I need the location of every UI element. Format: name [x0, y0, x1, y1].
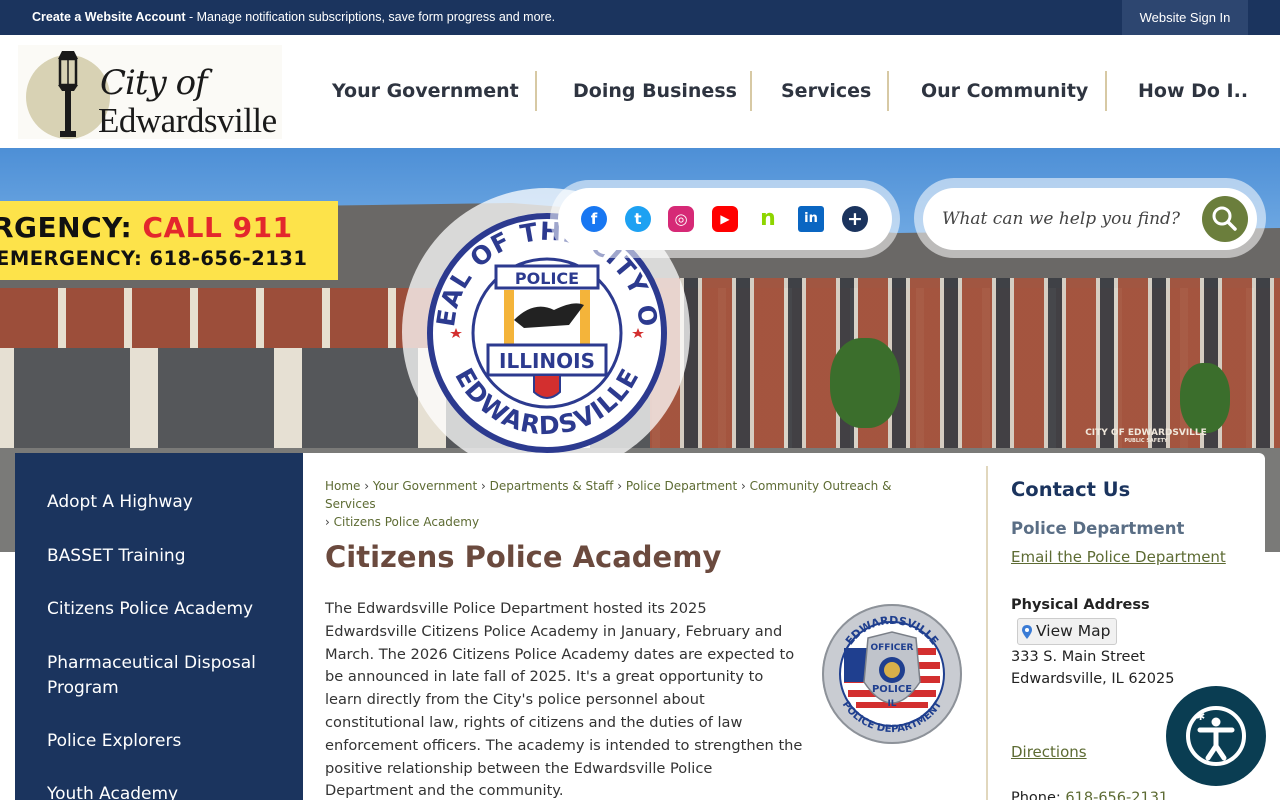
- badge-state-text: IL: [887, 699, 896, 709]
- contact-heading: Contact Us: [1011, 478, 1131, 501]
- search-input[interactable]: [942, 204, 1192, 234]
- search-icon: [1212, 206, 1237, 231]
- more-social-icon[interactable]: +: [842, 206, 868, 232]
- view-map-label: View Map: [1036, 622, 1111, 640]
- map-pin-icon: [1022, 625, 1032, 639]
- non-emergency-line: EMERGENCY: 618-656-2131: [0, 247, 308, 270]
- emergency-banner: RGENCY: CALL 911 EMERGENCY: 618-656-2131: [0, 201, 338, 280]
- breadcrumb-separator: ›: [364, 479, 370, 493]
- accessibility-button[interactable]: ✱: [1166, 686, 1266, 786]
- emergency-line: RGENCY: CALL 911: [0, 211, 293, 244]
- logo-city-of: City of: [100, 63, 208, 103]
- youtube-icon[interactable]: ▶: [712, 206, 738, 232]
- instagram-icon[interactable]: ◎: [668, 206, 694, 232]
- address-street: 333 S. Main Street: [1011, 649, 1145, 665]
- phone-label: Phone:: [1011, 790, 1066, 800]
- breadcrumb-home[interactable]: Home: [325, 479, 360, 493]
- emergency-prefix: RGENCY:: [0, 211, 143, 244]
- svg-text:✱: ✱: [1196, 710, 1205, 723]
- sidebar-item-pharmaceutical-disposal[interactable]: Pharmaceutical Disposal Program: [47, 651, 277, 701]
- building-sign-name: CITY OF EDWARDSVILLE: [1085, 428, 1207, 438]
- breadcrumb-your-government[interactable]: Your Government: [373, 479, 477, 493]
- physical-address-heading: Physical Address: [1011, 597, 1150, 613]
- sidebar-item-basset-training[interactable]: BASSET Training: [47, 544, 277, 569]
- building-sign-sub: PUBLIC SAFETY: [1124, 438, 1168, 444]
- breadcrumb-separator: ›: [325, 515, 330, 529]
- breadcrumb-separator: ›: [481, 479, 486, 493]
- nav-separator: [750, 71, 752, 111]
- create-account-link[interactable]: Create a Website Account: [32, 10, 186, 24]
- account-message-text: - Manage notification subscriptions, sav…: [185, 10, 556, 24]
- city-logo[interactable]: City of Edwardsville: [18, 45, 282, 140]
- site-header: City of Edwardsville Your Government Doi…: [0, 35, 1280, 148]
- logo-edwardsville: Edwardsville: [98, 101, 277, 140]
- section-sidebar: Adopt A Highway BASSET Training Citizens…: [15, 453, 303, 800]
- page-title: Citizens Police Academy: [325, 540, 722, 574]
- sidebar-item-youth-academy[interactable]: Youth Academy: [47, 782, 277, 800]
- email-police-link[interactable]: Email the Police Department: [1011, 548, 1226, 566]
- linkedin-icon[interactable]: in: [798, 206, 824, 232]
- view-map-button[interactable]: View Map: [1017, 618, 1118, 645]
- nav-separator: [535, 71, 537, 111]
- breadcrumb: Home › Your Government › Departments & S…: [325, 477, 945, 531]
- utility-bar: Create a Website Account - Manage notifi…: [0, 0, 1280, 35]
- banner-tree: [1180, 363, 1230, 433]
- sidebar-item-police-explorers[interactable]: Police Explorers: [47, 729, 277, 754]
- nav-separator: [887, 71, 889, 111]
- breadcrumb-separator: ›: [617, 479, 623, 493]
- nextdoor-icon[interactable]: n: [755, 206, 781, 232]
- sidebar-item-adopt-a-highway[interactable]: Adopt A Highway: [47, 490, 277, 515]
- nav-separator: [1105, 71, 1107, 111]
- website-sign-in-button[interactable]: Website Sign In: [1122, 0, 1248, 35]
- directions-link[interactable]: Directions: [1011, 743, 1087, 761]
- seal-police-text: POLICE: [515, 269, 579, 288]
- twitter-icon[interactable]: t: [625, 206, 651, 232]
- breadcrumb-separator: ›: [740, 479, 746, 493]
- address-city: Edwardsville, IL 62025: [1011, 671, 1175, 687]
- phone-number-link[interactable]: 618-656-2131: [1065, 790, 1168, 800]
- breadcrumb-citizens-police-academy[interactable]: Citizens Police Academy: [334, 515, 479, 529]
- search-button[interactable]: [1202, 196, 1248, 242]
- page-body-text: The Edwardsville Police Department hoste…: [325, 600, 803, 800]
- account-message: Create a Website Account - Manage notifi…: [32, 10, 555, 24]
- contact-phone: Phone: 618-656-2131: [1011, 790, 1168, 800]
- nav-how-do-i[interactable]: How Do I..: [1138, 71, 1248, 111]
- police-badge-icon: EDWARDSVILLE POLICE DEPARTMENT OFFICER P…: [822, 604, 962, 744]
- emergency-call-911: CALL 911: [142, 211, 293, 244]
- seal-state-text: ILLINOIS: [499, 349, 595, 373]
- nav-doing-business[interactable]: Doing Business: [573, 71, 737, 111]
- nav-our-community[interactable]: Our Community: [921, 71, 1088, 111]
- badge-police-text: POLICE: [872, 684, 912, 695]
- sidebar-item-citizens-police-academy[interactable]: Citizens Police Academy: [47, 597, 277, 622]
- contact-department: Police Department: [1011, 519, 1185, 538]
- breadcrumb-departments-staff[interactable]: Departments & Staff: [490, 479, 614, 493]
- lamppost-icon: [58, 51, 78, 137]
- column-divider: [986, 466, 988, 800]
- building-sign: CITY OF EDWARDSVILLE PUBLIC SAFETY: [1076, 428, 1216, 444]
- nav-your-government[interactable]: Your Government: [332, 71, 519, 111]
- banner-tree: [830, 338, 900, 428]
- accessibility-icon: ✱: [1186, 706, 1246, 766]
- badge-officer-text: OFFICER: [871, 643, 914, 653]
- facebook-icon[interactable]: f: [581, 206, 607, 232]
- nav-services[interactable]: Services: [781, 71, 871, 111]
- breadcrumb-police-department[interactable]: Police Department: [626, 479, 737, 493]
